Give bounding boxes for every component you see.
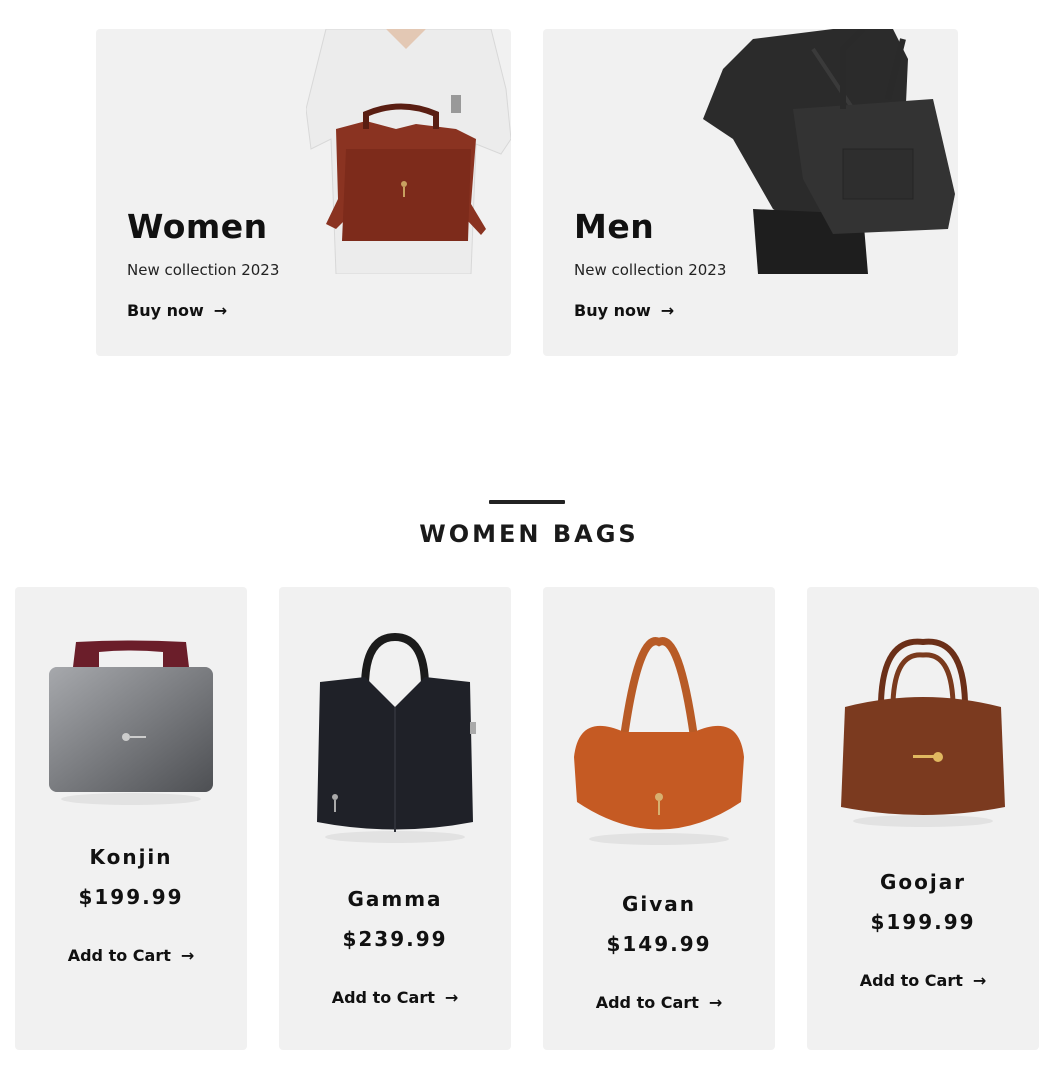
arrow-right-icon: → [180, 946, 195, 965]
add-to-cart-label: Add to Cart [859, 971, 963, 990]
product-image [841, 638, 1005, 827]
add-to-cart-label: Add to Cart [331, 988, 435, 1007]
promo-title: Men [574, 207, 655, 246]
product-card[interactable]: Gamma $239.99 Add to Cart → [279, 587, 511, 1050]
product-image [317, 632, 476, 843]
product-price: $239.99 [342, 927, 448, 951]
product-price: $149.99 [606, 932, 712, 956]
promo-subtitle: New collection 2023 [574, 261, 727, 279]
add-to-cart-label: Add to Cart [67, 946, 171, 965]
product-card[interactable]: Givan $149.99 Add to Cart → [543, 587, 775, 1050]
promo-title: Women [127, 207, 268, 246]
arrow-right-icon: → [972, 971, 987, 990]
product-price: $199.99 [78, 885, 184, 909]
buy-now-label: Buy now [574, 301, 651, 320]
section-title: WOMEN BAGS [419, 520, 639, 548]
product-name: Gamma [347, 887, 443, 911]
product-name: Konjin [89, 845, 173, 869]
add-to-cart-button[interactable]: Add to Cart → [543, 993, 775, 1012]
product-image [574, 637, 744, 845]
arrow-right-icon: → [213, 301, 228, 320]
promo-subtitle: New collection 2023 [127, 261, 280, 279]
buy-now-button[interactable]: Buy now → [127, 301, 227, 320]
buy-now-button[interactable]: Buy now → [574, 301, 674, 320]
arrow-right-icon: → [708, 993, 723, 1012]
buy-now-label: Buy now [127, 301, 204, 320]
section-divider [489, 500, 565, 504]
add-to-cart-label: Add to Cart [595, 993, 699, 1012]
add-to-cart-button[interactable]: Add to Cart → [279, 988, 511, 1007]
women-model-image [306, 29, 511, 274]
product-image [49, 640, 213, 805]
men-model-image [703, 29, 955, 274]
product-name: Givan [621, 892, 697, 916]
promo-card-men[interactable]: Men New collection 2023 Buy now → [543, 29, 958, 356]
product-card[interactable]: Goojar $199.99 Add to Cart → [807, 587, 1039, 1050]
arrow-right-icon: → [444, 988, 459, 1007]
arrow-right-icon: → [660, 301, 675, 320]
product-card[interactable]: Konjin $199.99 Add to Cart → [15, 587, 247, 1050]
product-price: $199.99 [870, 910, 976, 934]
promo-card-women[interactable]: Women New collection 2023 Buy now → [96, 29, 511, 356]
product-name: Goojar [879, 870, 967, 894]
add-to-cart-button[interactable]: Add to Cart → [807, 971, 1039, 990]
add-to-cart-button[interactable]: Add to Cart → [15, 946, 247, 965]
